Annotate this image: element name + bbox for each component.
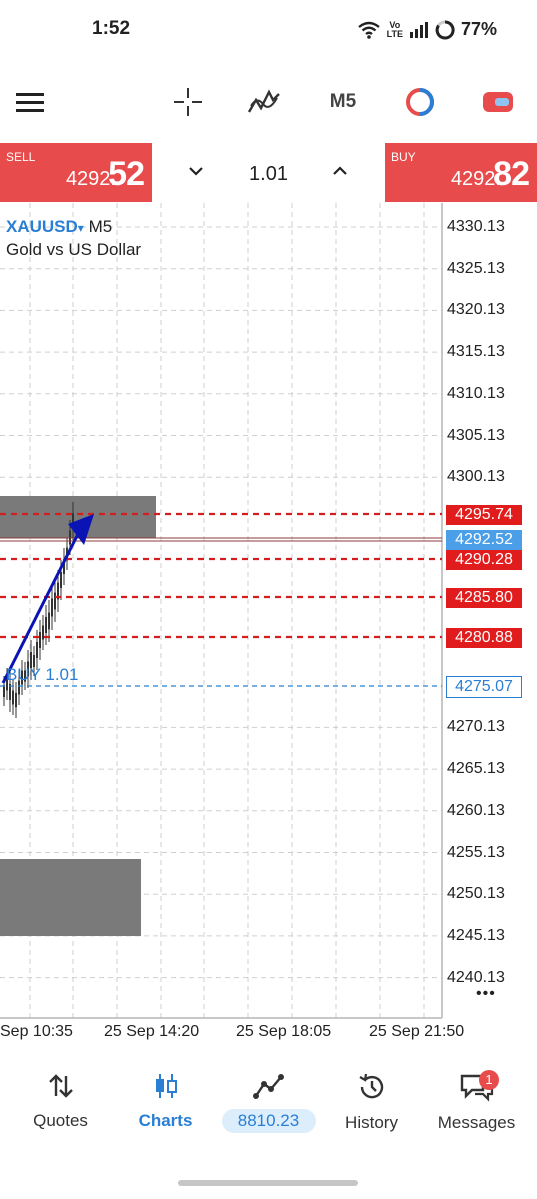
demand-zone	[0, 859, 141, 936]
time-label: Sep 10:35	[0, 1023, 73, 1040]
price-axis-label: 4265.13	[447, 760, 505, 778]
symbol-name[interactable]: XAUUSD	[6, 217, 78, 236]
nav-trade[interactable]: 8810.23	[215, 1072, 322, 1133]
nav-quotes[interactable]: Quotes	[7, 1072, 114, 1131]
candle-body	[3, 685, 5, 697]
price-axis-label: 4320.13	[447, 301, 505, 319]
price-axis-label: 4325.13	[447, 259, 505, 277]
candle-body	[42, 625, 44, 640]
trade-line-icon	[252, 1074, 284, 1099]
messages-badge: 1	[479, 1070, 499, 1090]
tag-level-2: 4290.28	[446, 550, 522, 570]
price-axis-label: 4260.13	[447, 801, 505, 819]
price-axis-label: 4305.13	[447, 426, 505, 444]
price-axis-label: 4270.13	[447, 718, 505, 736]
history-clock-icon	[358, 1073, 383, 1099]
price-axis-label: 4330.13	[447, 218, 505, 235]
nav-history-label: History	[345, 1113, 398, 1132]
candle-body	[15, 692, 17, 708]
nav-charts-label: Charts	[138, 1111, 193, 1130]
symbol-info[interactable]: XAUUSD▾ M5	[6, 217, 112, 237]
candle-body	[51, 598, 53, 617]
price-axis-label: 4255.13	[447, 843, 505, 861]
candle-body	[36, 642, 38, 658]
nav-messages[interactable]: 1 Messages	[423, 1070, 530, 1133]
price-axis-label: 4300.13	[447, 468, 505, 486]
candle-body	[39, 632, 41, 648]
symbol-dropdown-icon[interactable]: ▾	[78, 221, 84, 235]
nav-quotes-label: Quotes	[33, 1111, 88, 1130]
price-axis-label: 4250.13	[447, 885, 505, 903]
tag-level-3: 4285.80	[446, 588, 522, 608]
price-axis-label: 4245.13	[447, 926, 505, 944]
balance-badge: 8810.23	[221, 1109, 316, 1133]
candle-body	[12, 690, 14, 705]
time-label: 25 Sep 18:05	[236, 1023, 332, 1040]
charts-candles-icon	[155, 1074, 177, 1098]
tag-current-price: 4292.52	[446, 530, 522, 550]
nav-history[interactable]: History	[318, 1072, 425, 1133]
candle-body	[60, 572, 62, 588]
trend-arrow	[1, 521, 86, 684]
candle-body	[54, 592, 56, 610]
tag-sl-top: 4295.74	[446, 505, 522, 525]
tag-level-4: 4280.88	[446, 628, 522, 648]
candle-body	[45, 617, 47, 633]
home-indicator[interactable]	[178, 1180, 358, 1186]
price-axis-label: 4240.13	[447, 968, 505, 986]
candle-body	[48, 612, 50, 630]
nav-charts[interactable]: Charts	[112, 1072, 219, 1131]
quotes-arrows-icon	[48, 1074, 73, 1098]
tag-entry-price: 4275.07	[446, 676, 522, 698]
time-label: 25 Sep 14:20	[104, 1023, 200, 1040]
order-label[interactable]: BUY 1.01	[6, 665, 78, 685]
symbol-description: Gold vs US Dollar	[6, 240, 142, 259]
nav-messages-label: Messages	[437, 1113, 516, 1132]
price-axis-label: 4315.13	[447, 343, 505, 361]
price-axis-label: 4310.13	[447, 384, 505, 402]
more-options-icon[interactable]: •••	[476, 985, 496, 1003]
time-label: 25 Sep 21:50	[369, 1023, 465, 1040]
symbol-timeframe: M5	[88, 217, 113, 236]
